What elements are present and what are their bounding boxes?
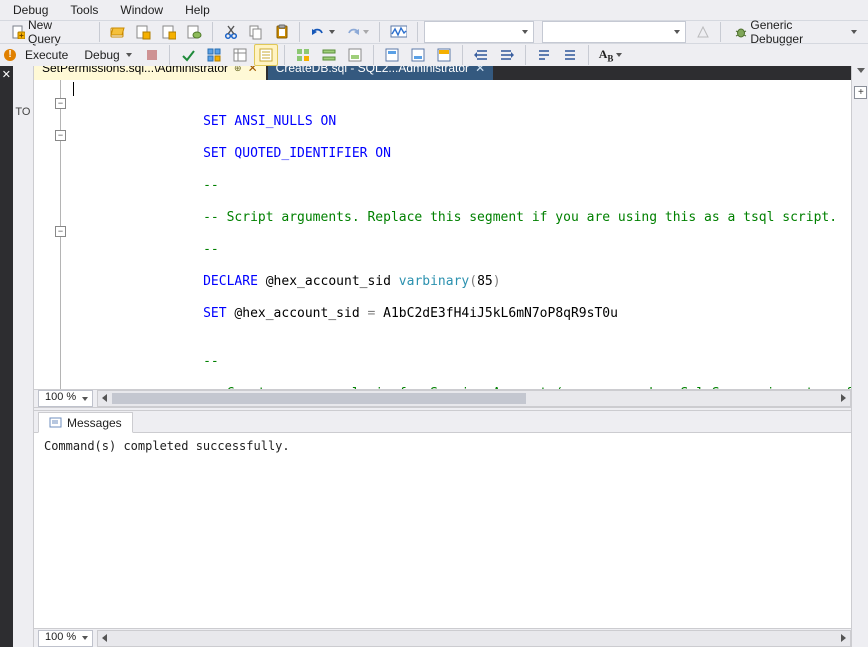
sql-editor[interactable]: − − − SET ANSI_NULLS ON SET QUOTED_IDENT…: [34, 80, 851, 407]
stop-icon[interactable]: [141, 44, 163, 66]
tab-close-icon[interactable]: ✕: [248, 66, 258, 75]
messages-hscrollbar[interactable]: [97, 630, 851, 647]
left-toolwindow-strip[interactable]: TO: [13, 66, 33, 647]
new-query-icon: [11, 25, 25, 39]
scroll-left-icon[interactable]: [102, 394, 107, 402]
editor-tabstrip: SetPermissions.sql...\Administrator ⊕ ✕ …: [34, 66, 851, 80]
open-de-icon[interactable]: [106, 21, 130, 43]
tool-icon-1[interactable]: [202, 44, 226, 66]
bug-icon: [734, 25, 748, 39]
scroll-right-icon[interactable]: [841, 394, 846, 402]
expand-pane-icon[interactable]: +: [854, 86, 867, 99]
undo-button[interactable]: [306, 21, 338, 43]
dock-close-icon[interactable]: ✕: [2, 68, 11, 82]
indent-icon[interactable]: [495, 44, 519, 66]
generic-debugger-button[interactable]: Generic Debugger: [727, 21, 864, 43]
combo-empty-2[interactable]: [542, 21, 686, 43]
new-query-label: New Query: [28, 18, 86, 46]
left-dock: ✕: [0, 66, 13, 647]
active-files-dropdown-icon[interactable]: [857, 68, 865, 73]
messages-tab-label: Messages: [67, 416, 122, 430]
messages-tabstrip: Messages: [34, 411, 851, 433]
generic-debugger-label: Generic Debugger: [750, 18, 845, 46]
cut-icon[interactable]: [219, 21, 243, 43]
parse-check-icon[interactable]: [176, 44, 200, 66]
db-engine-icon-1[interactable]: [131, 21, 155, 43]
comment-icon[interactable]: [532, 44, 556, 66]
tool-icon-2[interactable]: [228, 44, 252, 66]
messages-icon: [49, 416, 63, 430]
tab-label: CreateDB.sql - SQL2...Administrator: [276, 66, 469, 75]
menu-tools[interactable]: Tools: [61, 0, 107, 20]
db-engine-icon-2[interactable]: [157, 21, 181, 43]
tool-icon-4[interactable]: [291, 44, 315, 66]
tool-icon-6[interactable]: [343, 44, 367, 66]
tool-icon-8[interactable]: [406, 44, 430, 66]
right-toolwindow-strip: +: [851, 66, 868, 647]
db-engine-icon-3[interactable]: [182, 21, 206, 43]
debug-label: Debug: [84, 48, 119, 62]
messages-bottombar: 100 %: [34, 628, 851, 647]
tool-icon-3-active[interactable]: [254, 44, 278, 66]
toolbar-main: New Query Generic Debugger: [0, 20, 868, 43]
messages-tab[interactable]: Messages: [38, 412, 133, 433]
editor-zoom-combo[interactable]: 100 %: [38, 390, 93, 407]
code-area[interactable]: SET ANSI_NULLS ON SET QUOTED_IDENTIFIER …: [65, 80, 851, 389]
editor-hscrollbar[interactable]: [97, 390, 851, 407]
combo-empty-1[interactable]: [424, 21, 533, 43]
messages-body[interactable]: Command(s) completed successfully.: [34, 433, 851, 628]
execute-button[interactable]: Execute: [18, 44, 75, 66]
redo-button[interactable]: [341, 21, 373, 43]
messages-pane: Messages Command(s) completed successful…: [34, 411, 851, 647]
execute-label: Execute: [25, 48, 68, 62]
activity-monitor-icon[interactable]: [386, 21, 411, 43]
messages-zoom-combo[interactable]: 100 %: [38, 630, 93, 647]
editor-gutter: − − −: [34, 80, 65, 389]
menu-bar: Debug Tools Window Help: [0, 0, 868, 20]
execute-icon: !: [4, 49, 16, 61]
uncomment-icon[interactable]: [558, 44, 582, 66]
menu-window[interactable]: Window: [111, 0, 172, 20]
scroll-right-icon[interactable]: [841, 634, 846, 642]
pin-icon[interactable]: ⊕: [234, 66, 242, 74]
menu-debug[interactable]: Debug: [4, 0, 57, 20]
scroll-thumb[interactable]: [112, 393, 526, 404]
debug-button[interactable]: Debug: [77, 44, 138, 66]
menu-help[interactable]: Help: [176, 0, 219, 20]
tool-icon-9[interactable]: [432, 44, 456, 66]
new-query-button[interactable]: New Query: [4, 21, 93, 43]
combo-action-icon[interactable]: [692, 21, 714, 43]
specify-values-icon[interactable]: AB: [595, 44, 627, 66]
tab-label: SetPermissions.sql...\Administrator: [42, 66, 228, 75]
copy-icon[interactable]: [244, 21, 268, 43]
outdent-icon[interactable]: [469, 44, 493, 66]
left-strip-label: TO: [15, 106, 30, 118]
tool-icon-7[interactable]: [380, 44, 404, 66]
tab-createdb[interactable]: CreateDB.sql - SQL2...Administrator ✕: [268, 66, 493, 80]
paste-icon[interactable]: [270, 21, 294, 43]
editor-bottombar: 100 %: [34, 389, 851, 407]
tab-setpermissions[interactable]: SetPermissions.sql...\Administrator ⊕ ✕: [34, 66, 266, 80]
tool-icon-5[interactable]: [317, 44, 341, 66]
toolbar-query: ! Execute Debug AB: [0, 43, 868, 66]
tab-close-icon[interactable]: ✕: [475, 66, 485, 75]
scroll-left-icon[interactable]: [102, 634, 107, 642]
